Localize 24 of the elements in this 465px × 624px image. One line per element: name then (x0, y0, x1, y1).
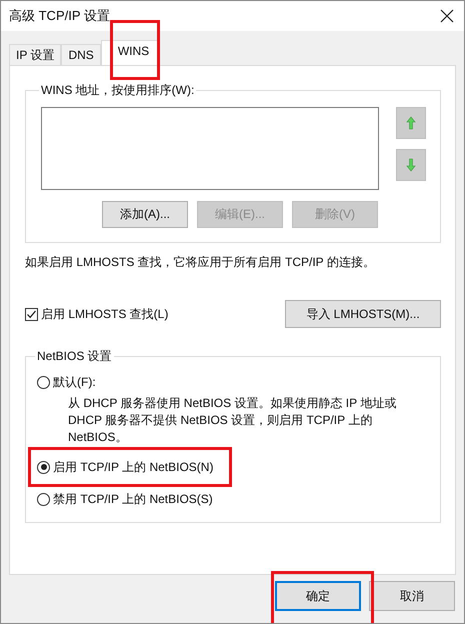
option-description: 从 DHCP 服务器使用 NetBIOS 设置。如果使用静态 IP 地址或 DHCP 服务器不提供 NetBIOS 设置，则启用 TCP/IP 上的 NetBIOS。 (68, 395, 398, 446)
close-icon[interactable] (440, 9, 454, 23)
radio-button[interactable] (37, 492, 50, 506)
window-title: 高级 TCP/IP 设置 (9, 7, 110, 25)
radio-label: 默认(F): (53, 374, 96, 390)
wins-button[interactable]: 添加(A)... (102, 201, 188, 228)
radio-label: 禁用 TCP/IP 上的 NetBIOS(S) (53, 490, 213, 508)
tab[interactable]: IP 设置 (9, 44, 62, 65)
radio-button[interactable] (37, 376, 50, 388)
dialog-button[interactable]: 确定 (275, 581, 361, 611)
address-list[interactable] (41, 107, 379, 190)
tab[interactable]: DNS (61, 44, 101, 65)
checkbox-square[interactable] (25, 308, 38, 320)
group-label: WINS 地址，按使用排序(W): (40, 82, 196, 99)
tab[interactable]: WINS (100, 40, 158, 65)
radio-button[interactable] (37, 460, 50, 474)
dialog-button[interactable]: 取消 (369, 581, 455, 611)
info-text: 如果启用 LMHOSTS 查找，它将应用于所有启用 TCP/IP 的连接。 (25, 254, 376, 271)
highlight-frame (110, 20, 160, 80)
radio-label: 启用 TCP/IP 上的 NetBIOS(N) (53, 458, 214, 476)
import-button[interactable]: 导入 LMHOSTS(M)... (285, 300, 441, 328)
down-arrow-icon (406, 158, 416, 172)
group-label: NetBIOS 设置 (36, 348, 113, 365)
up-arrow-icon (406, 116, 416, 130)
